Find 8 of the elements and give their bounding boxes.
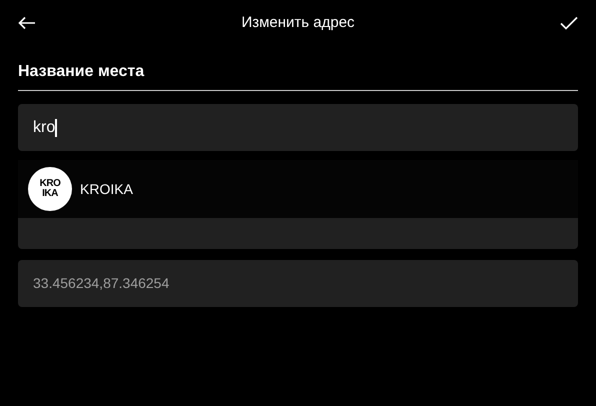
brand-logo: KRO IKA — [28, 167, 72, 211]
back-arrow-icon — [18, 16, 36, 30]
suggestion-item[interactable]: KRO IKA KROIKA — [18, 160, 578, 218]
coordinates-field[interactable]: 33.456234,87.346254 — [18, 260, 578, 307]
place-name-field[interactable]: kro — [18, 104, 578, 151]
section-title: Название места — [18, 46, 578, 91]
window-title: Изменить адрес — [241, 12, 355, 33]
checkmark-icon — [560, 16, 578, 30]
